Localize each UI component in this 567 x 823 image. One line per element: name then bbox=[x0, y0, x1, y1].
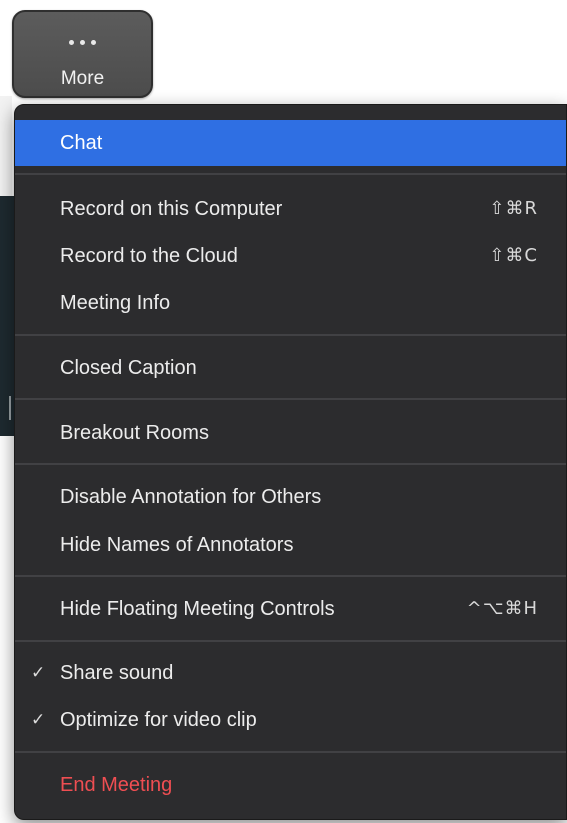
menu-item-label: Optimize for video clip bbox=[60, 709, 257, 731]
menu-item-hide-annotator-names[interactable]: Hide Names of Annotators bbox=[15, 522, 566, 568]
shortcut-label: ⇧⌘C bbox=[489, 245, 538, 266]
shortcut-label: ⇧⌘R bbox=[489, 198, 538, 219]
checkmark-icon: ✓ bbox=[31, 710, 46, 730]
menu-item-optimize-video[interactable]: ✓ Optimize for video clip bbox=[15, 697, 566, 743]
menu-item-closed-caption[interactable]: Closed Caption bbox=[15, 345, 566, 391]
menu-item-record-cloud[interactable]: Record to the Cloud ⇧⌘C bbox=[15, 233, 566, 279]
menu-separator bbox=[15, 751, 566, 753]
menu-item-meeting-info[interactable]: Meeting Info bbox=[15, 280, 566, 326]
menu-item-label: Hide Floating Meeting Controls bbox=[60, 598, 335, 620]
menu-item-record-computer[interactable]: Record on this Computer ⇧⌘R bbox=[15, 186, 566, 232]
menu-separator bbox=[15, 463, 566, 465]
menu-separator bbox=[15, 575, 566, 577]
checkmark-icon: ✓ bbox=[31, 663, 46, 683]
more-menu: Chat Record on this Computer ⇧⌘R Record … bbox=[14, 104, 567, 820]
menu-item-share-sound[interactable]: ✓ Share sound bbox=[15, 650, 566, 696]
menu-item-label: Record on this Computer bbox=[60, 198, 283, 220]
menu-item-breakout-rooms[interactable]: Breakout Rooms bbox=[15, 410, 566, 456]
more-button-label: More bbox=[60, 68, 105, 89]
menu-item-label: Disable Annotation for Others bbox=[60, 486, 322, 508]
menu-separator bbox=[15, 640, 566, 642]
menu-item-label: End Meeting bbox=[60, 774, 173, 796]
menu-item-label: Breakout Rooms bbox=[60, 422, 209, 444]
menu-item-end-meeting[interactable]: End Meeting bbox=[15, 762, 566, 808]
shortcut-label: ^⌥⌘H bbox=[466, 598, 538, 619]
menu-item-label: Record to the Cloud bbox=[60, 245, 238, 267]
menu-item-label: Share sound bbox=[60, 662, 174, 684]
menu-item-label: Hide Names of Annotators bbox=[60, 534, 294, 556]
menu-separator bbox=[15, 398, 566, 400]
background-window bbox=[0, 96, 12, 196]
video-area bbox=[0, 196, 14, 436]
menu-item-chat[interactable]: Chat bbox=[15, 120, 566, 166]
video-area-mark bbox=[9, 396, 11, 420]
menu-item-label: Meeting Info bbox=[60, 292, 171, 314]
menu-separator bbox=[15, 173, 566, 175]
more-button[interactable]: More bbox=[12, 10, 153, 98]
menu-item-disable-annotation[interactable]: Disable Annotation for Others bbox=[15, 474, 566, 520]
ellipsis-icon bbox=[14, 40, 151, 45]
menu-separator bbox=[15, 334, 566, 336]
menu-item-label: Chat bbox=[60, 132, 103, 154]
menu-item-label: Closed Caption bbox=[60, 357, 197, 379]
menu-item-hide-floating-controls[interactable]: Hide Floating Meeting Controls ^⌥⌘H bbox=[15, 586, 566, 632]
